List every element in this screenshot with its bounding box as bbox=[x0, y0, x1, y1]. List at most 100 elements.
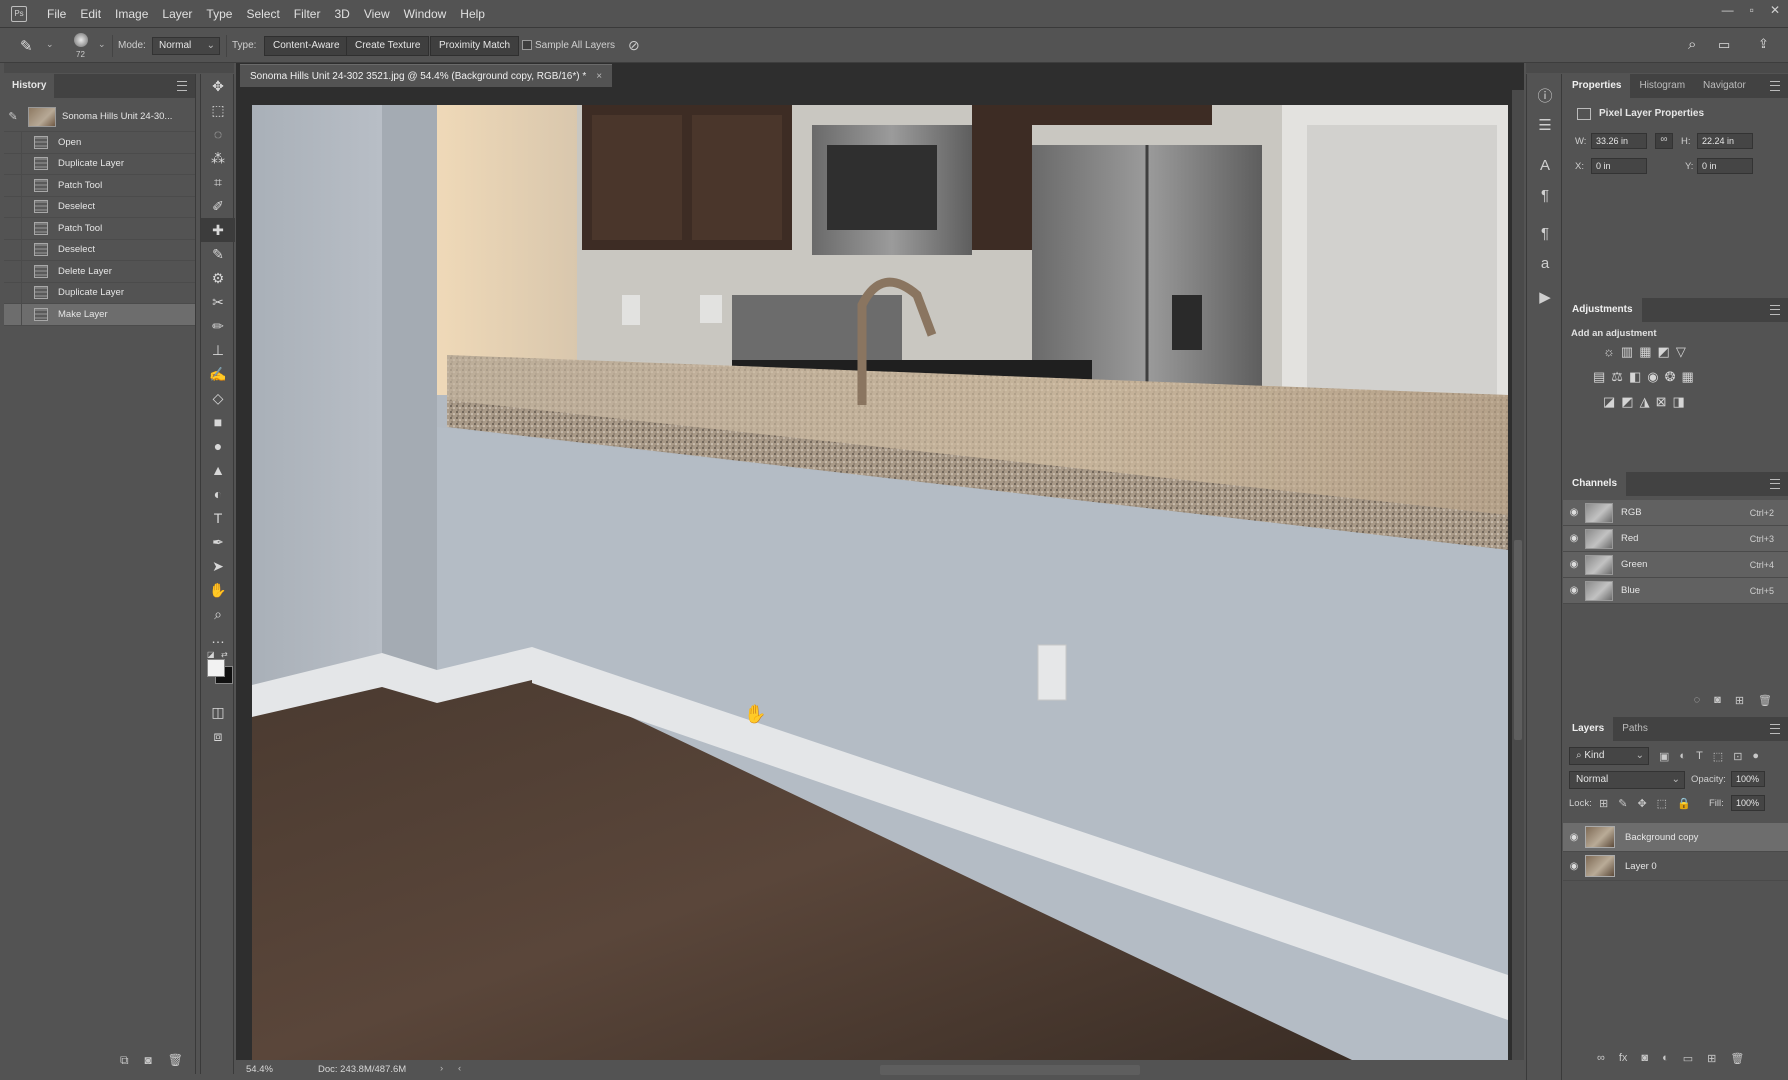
snapshot-camera-icon[interactable]: ◙ bbox=[145, 1053, 152, 1068]
image-canvas[interactable]: ✋ bbox=[252, 105, 1508, 1060]
adjustment-layer-icon[interactable]: ◐ bbox=[1662, 1052, 1669, 1065]
pixel-filter-icon[interactable]: ▣ bbox=[1659, 750, 1669, 763]
channel-mixer-icon[interactable]: ❂ bbox=[1665, 369, 1676, 385]
chevron-right-icon[interactable]: › bbox=[440, 1063, 443, 1074]
height-field[interactable]: 22.24 in bbox=[1697, 133, 1753, 149]
hand-tool-icon[interactable]: ✋ bbox=[201, 578, 235, 602]
trash-icon[interactable]: 🗑 bbox=[168, 1053, 183, 1068]
clone-stamp-tool-icon[interactable]: ⊥ bbox=[201, 338, 235, 362]
opacity-field[interactable]: 100% bbox=[1731, 771, 1765, 787]
character-icon[interactable]: A bbox=[1527, 150, 1563, 180]
type-filter-icon[interactable]: T bbox=[1696, 750, 1703, 763]
eye-icon[interactable]: ◉ bbox=[1563, 533, 1585, 544]
save-selection-icon[interactable]: ◙ bbox=[1714, 694, 1721, 707]
tab-adjustments[interactable]: Adjustments bbox=[1563, 298, 1642, 322]
menu-type[interactable]: Type bbox=[199, 7, 239, 21]
y-field[interactable]: 0 in bbox=[1697, 158, 1753, 174]
history-item[interactable]: Duplicate Layer bbox=[4, 282, 195, 304]
red-eye-tool-icon[interactable]: ✂ bbox=[201, 290, 235, 314]
filter-toggle-icon[interactable]: ● bbox=[1752, 750, 1759, 763]
foreground-color-swatch[interactable] bbox=[207, 659, 225, 677]
link-icon[interactable]: ∞ bbox=[1655, 133, 1673, 149]
threshold-icon[interactable]: ◮ bbox=[1640, 394, 1650, 410]
trash-icon[interactable]: 🗑 bbox=[1730, 1052, 1744, 1065]
tab-properties[interactable]: Properties bbox=[1563, 74, 1631, 98]
blur-tool-icon[interactable]: ● bbox=[201, 434, 235, 458]
vertical-scrollbar[interactable] bbox=[1512, 90, 1524, 1060]
layer-row[interactable]: ◉ Background copy bbox=[1563, 823, 1788, 852]
channel-row-red[interactable]: ◉ Red Ctrl+3 bbox=[1563, 526, 1788, 552]
menu-help[interactable]: Help bbox=[453, 7, 492, 21]
smart-object-filter-icon[interactable]: ⊡ bbox=[1733, 750, 1742, 763]
brightness-icon[interactable]: ☼ bbox=[1603, 344, 1615, 360]
new-document-from-state-icon[interactable]: ⧉ bbox=[120, 1053, 129, 1068]
panel-menu-icon[interactable] bbox=[1770, 724, 1780, 734]
tab-paths[interactable]: Paths bbox=[1613, 717, 1657, 741]
panel-menu-icon[interactable] bbox=[1770, 305, 1780, 315]
swap-colors-icon[interactable]: ⇄ bbox=[221, 650, 228, 659]
info-icon[interactable]: ⓘ bbox=[1527, 80, 1563, 110]
actions-play-icon[interactable]: ▶ bbox=[1527, 282, 1563, 312]
content-aware-move-icon[interactable]: ⚙ bbox=[201, 266, 235, 290]
workspace-icon[interactable]: ▭ bbox=[1718, 37, 1730, 53]
lock-all-icon[interactable]: 🔒 bbox=[1677, 797, 1691, 810]
shape-filter-icon[interactable]: ⬚ bbox=[1713, 750, 1723, 763]
fx-icon[interactable]: fx bbox=[1619, 1052, 1628, 1065]
patch-tool-icon[interactable]: ✎ bbox=[201, 242, 235, 266]
path-selection-tool-icon[interactable]: ➤ bbox=[201, 554, 235, 578]
document-tab[interactable]: Sonoma Hills Unit 24-302 3521.jpg @ 54.4… bbox=[240, 64, 613, 87]
eye-icon[interactable]: ◉ bbox=[1563, 507, 1585, 518]
patch-tool-icon[interactable]: ✎ bbox=[20, 37, 33, 55]
history-item-selected[interactable]: Make Layer bbox=[4, 304, 195, 326]
menu-window[interactable]: Window bbox=[397, 7, 454, 21]
trash-icon[interactable]: 🗑 bbox=[1758, 694, 1772, 707]
zoom-level[interactable]: 54.4% bbox=[246, 1064, 273, 1075]
fill-field[interactable]: 100% bbox=[1731, 795, 1765, 811]
marquee-tool-icon[interactable]: ⬚ bbox=[201, 98, 235, 122]
proximity-match-button[interactable]: Proximity Match bbox=[430, 36, 520, 56]
menu-3d[interactable]: 3D bbox=[327, 7, 356, 21]
history-brush-tool-icon[interactable]: ✍ bbox=[201, 362, 235, 386]
move-tool-icon[interactable]: ✥ bbox=[201, 74, 235, 98]
menu-layer[interactable]: Layer bbox=[155, 7, 199, 21]
sharpen-tool-icon[interactable]: ▲ bbox=[201, 458, 235, 482]
lock-transparent-icon[interactable]: ⊞ bbox=[1599, 797, 1608, 810]
history-item[interactable]: Deselect bbox=[4, 196, 195, 218]
eyedropper-tool-icon[interactable]: ✐ bbox=[201, 194, 235, 218]
adjustment-filter-icon[interactable]: ◐ bbox=[1679, 750, 1686, 763]
more-tools-icon[interactable]: … bbox=[201, 626, 235, 650]
horizontal-scroll-thumb[interactable] bbox=[880, 1065, 1140, 1075]
black-white-icon[interactable]: ◧ bbox=[1629, 369, 1641, 385]
vibrance-icon[interactable]: ▽ bbox=[1676, 344, 1686, 360]
selective-color-icon[interactable]: ⊠ bbox=[1656, 394, 1667, 410]
properties-icon[interactable]: ☰ bbox=[1527, 110, 1563, 140]
new-layer-icon[interactable]: ⊞ bbox=[1707, 1052, 1716, 1065]
menu-filter[interactable]: Filter bbox=[287, 7, 328, 21]
group-folder-icon[interactable]: ▭ bbox=[1683, 1052, 1693, 1065]
color-balance-icon[interactable]: ⚖ bbox=[1611, 369, 1623, 385]
minimize-button[interactable]: — bbox=[1722, 3, 1734, 17]
eraser-tool-icon[interactable]: ◇ bbox=[201, 386, 235, 410]
mode-select[interactable]: Normal ⌄ bbox=[152, 37, 220, 55]
paragraph-styles-icon[interactable]: ¶ bbox=[1527, 218, 1563, 248]
crop-tool-icon[interactable]: ⌗ bbox=[201, 170, 235, 194]
paragraph-icon[interactable]: ¶ bbox=[1527, 180, 1563, 210]
dodge-tool-icon[interactable]: ◐ bbox=[201, 482, 235, 506]
tab-layers[interactable]: Layers bbox=[1563, 717, 1614, 741]
history-brush-icon[interactable]: ✎ bbox=[4, 110, 22, 123]
tab-channels[interactable]: Channels bbox=[1563, 472, 1627, 496]
magic-wand-tool-icon[interactable]: ⁂ bbox=[201, 146, 235, 170]
chevron-left-icon[interactable]: ‹ bbox=[458, 1063, 461, 1074]
color-lookup-icon[interactable]: ▦ bbox=[1682, 369, 1694, 385]
search-icon[interactable]: ⌕ bbox=[1688, 36, 1696, 53]
menu-edit[interactable]: Edit bbox=[73, 7, 108, 21]
create-texture-button[interactable]: Create Texture bbox=[346, 36, 430, 56]
tab-navigator[interactable]: Navigator bbox=[1694, 74, 1755, 98]
content-aware-button[interactable]: Content-Aware bbox=[264, 36, 349, 56]
history-item[interactable]: Open bbox=[4, 132, 195, 154]
lock-pixels-icon[interactable]: ✎ bbox=[1618, 797, 1627, 810]
tab-history[interactable]: History bbox=[4, 74, 55, 98]
brush-dropdown-icon[interactable]: ⌄ bbox=[98, 39, 106, 50]
eye-icon[interactable]: ◉ bbox=[1563, 559, 1585, 570]
menu-file[interactable]: File bbox=[40, 7, 73, 21]
